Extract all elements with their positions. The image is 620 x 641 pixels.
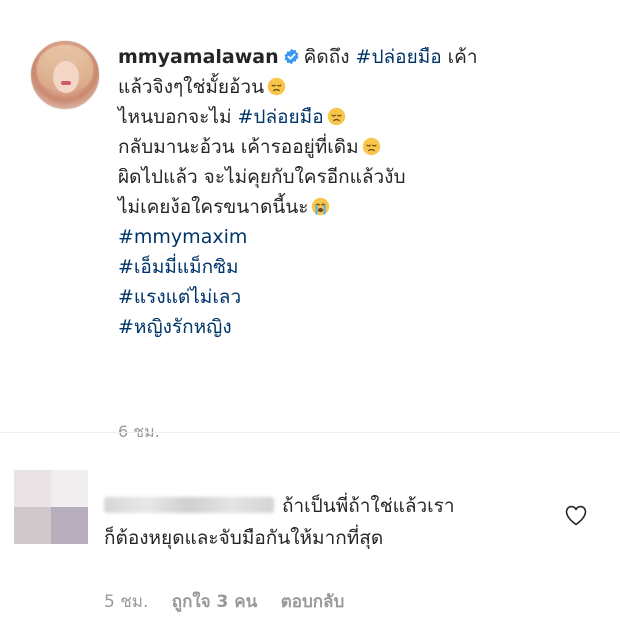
caption-line-4: กลับมานะอ้วน เค้ารออยู่ที่เดิม — [118, 132, 598, 162]
author-avatar[interactable] — [30, 40, 100, 110]
caption-text-segment: เค้า — [441, 46, 478, 68]
hashtag-link[interactable]: #mmymaxim — [118, 222, 598, 252]
like-heart-icon[interactable] — [564, 504, 588, 526]
sad-face-emoji-icon — [267, 77, 286, 96]
crying-face-emoji-icon — [312, 197, 330, 216]
caption-text-segment: ไหนบอกจะไม่ — [118, 106, 238, 128]
avatar-lips — [61, 81, 71, 85]
verified-badge-icon — [284, 48, 299, 65]
hashtag-link[interactable]: #ปล่อยมือ — [238, 106, 324, 128]
comment-meta: 5 ชม. ถูกใจ 3 คน ตอบกลับ — [104, 588, 362, 615]
avatar-pixel — [51, 507, 88, 544]
avatar-face — [53, 61, 79, 93]
avatar-pixel — [14, 507, 51, 544]
section-divider — [0, 432, 620, 433]
commenter-avatar[interactable] — [14, 470, 88, 544]
caption-line-5: ผิดไปแล้ว จะไม่คุยกับใครอีกแล้วงับ — [118, 162, 598, 192]
reply-button[interactable]: ตอบกลับ — [281, 592, 345, 612]
comment-likes-count[interactable]: ถูกใจ 3 คน — [172, 592, 258, 612]
sad-face-emoji-icon — [327, 107, 345, 126]
avatar-pixel — [14, 470, 51, 507]
comment-line-2: ก็ต้องหยุดและจับมือกันให้มากที่สุด — [104, 527, 384, 549]
caption-text: mmyamalawan คิดถึง #ปล่อยมือ เค้า แล้วจิ… — [118, 42, 598, 342]
comment-text: ถ้าเป็นพี่ถ้าใช่แล้วเรา ก็ต้องหยุดและจับ… — [104, 490, 544, 554]
comment-text-segment: ถ้าเป็นพี่ถ้าใช่แล้วเรา — [282, 495, 455, 517]
comment-timestamp[interactable]: 5 ชม. — [104, 592, 148, 612]
author-username[interactable]: mmyamalawan — [118, 46, 279, 68]
caption-text-segment: คิดถึง — [303, 46, 356, 68]
caption-text-segment: แล้วจิงๆใช่มั้ยอ้วน — [118, 76, 265, 98]
caption-text-segment: ไม่เคยง้อใครขนาดนี้นะ — [118, 196, 309, 218]
blurred-commenter-username[interactable] — [104, 497, 274, 513]
hashtag-link[interactable]: #แรงแต่ไม่เลว — [118, 282, 598, 312]
caption-line-6: ไม่เคยง้อใครขนาดนี้นะ — [118, 192, 598, 222]
caption-line-1: mmyamalawan คิดถึง #ปล่อยมือ เค้า — [118, 42, 598, 72]
hashtag-link[interactable]: #หญิงรักหญิง — [118, 312, 598, 342]
sad-face-emoji-icon — [362, 137, 380, 156]
hashtag-link[interactable]: #เอ็มมี่แม็กซิม — [118, 252, 598, 282]
avatar-pixel — [51, 470, 88, 507]
caption-line-2: แล้วจิงๆใช่มั้ยอ้วน — [118, 72, 598, 102]
hashtag-link[interactable]: #ปล่อยมือ — [356, 46, 442, 68]
comment-line-1: ถ้าเป็นพี่ถ้าใช่แล้วเรา — [104, 490, 544, 522]
caption-line-3: ไหนบอกจะไม่ #ปล่อยมือ — [118, 102, 598, 132]
caption-text-segment: ผิดไปแล้ว จะไม่คุยกับใครอีกแล้วงับ — [118, 166, 406, 188]
caption-text-segment: กลับมานะอ้วน เค้ารออยู่ที่เดิม — [118, 136, 359, 158]
